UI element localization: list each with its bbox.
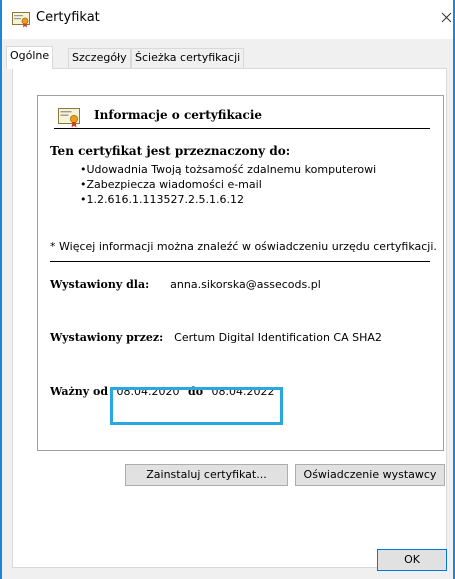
general-tab-panel: Informacje o certyfikacie Ten certyfikat… [12,68,447,568]
issued-by-label: Wystawiony przez: [50,331,164,344]
list-item: Udowadnia Twoją tożsamość zdalnemu kompu… [80,162,377,177]
issued-by-value: Certum Digital Identification CA SHA2 [174,331,382,344]
install-certificate-button[interactable]: Zainstaluj certyfikat... [125,464,288,486]
certificate-icon [12,12,30,28]
highlight-box [110,387,283,425]
issued-to-row: Wystawiony dla: anna.sikorska@assecods.p… [50,278,321,291]
info-title: Informacje o certyfikacie [94,108,263,122]
ok-button[interactable]: OK [377,549,447,571]
info-header: Informacje o certyfikacie [54,106,430,129]
purpose-title: Ten certyfikat jest przeznaczony do: [50,144,291,158]
issuer-statement-button[interactable]: Oświadczenie wystawcy [295,464,445,486]
purpose-list: Udowadnia Twoją tożsamość zdalnemu kompu… [80,162,377,207]
title-bar: Certyfikat [2,0,453,39]
certificate-icon [58,108,80,128]
list-item: Zabezpiecza wiadomości e-mail [80,177,376,192]
close-icon[interactable] [439,8,453,28]
valid-from-label: Ważny od [50,385,109,398]
list-item: 1.2.616.1.113527.2.5.1.6.12 [80,192,376,207]
issued-to-label: Wystawiony dla: [50,278,150,291]
tab-certification-path[interactable]: Ścieżka certyfikacji [131,48,245,68]
issued-by-row: Wystawiony przez: Certum Digital Identif… [50,331,382,344]
tab-general[interactable]: Ogólne [6,46,54,69]
divider [50,261,430,262]
window-title: Certyfikat [36,10,100,25]
certificate-dialog: Certyfikat Ogólne Szczegóły Ścieżka cert… [0,0,455,579]
issued-to-value: anna.sikorska@assecods.pl [170,278,321,291]
tab-details[interactable]: Szczegóły [68,48,131,68]
more-info-note: * Więcej informacji można znaleźć w oświ… [50,240,437,253]
